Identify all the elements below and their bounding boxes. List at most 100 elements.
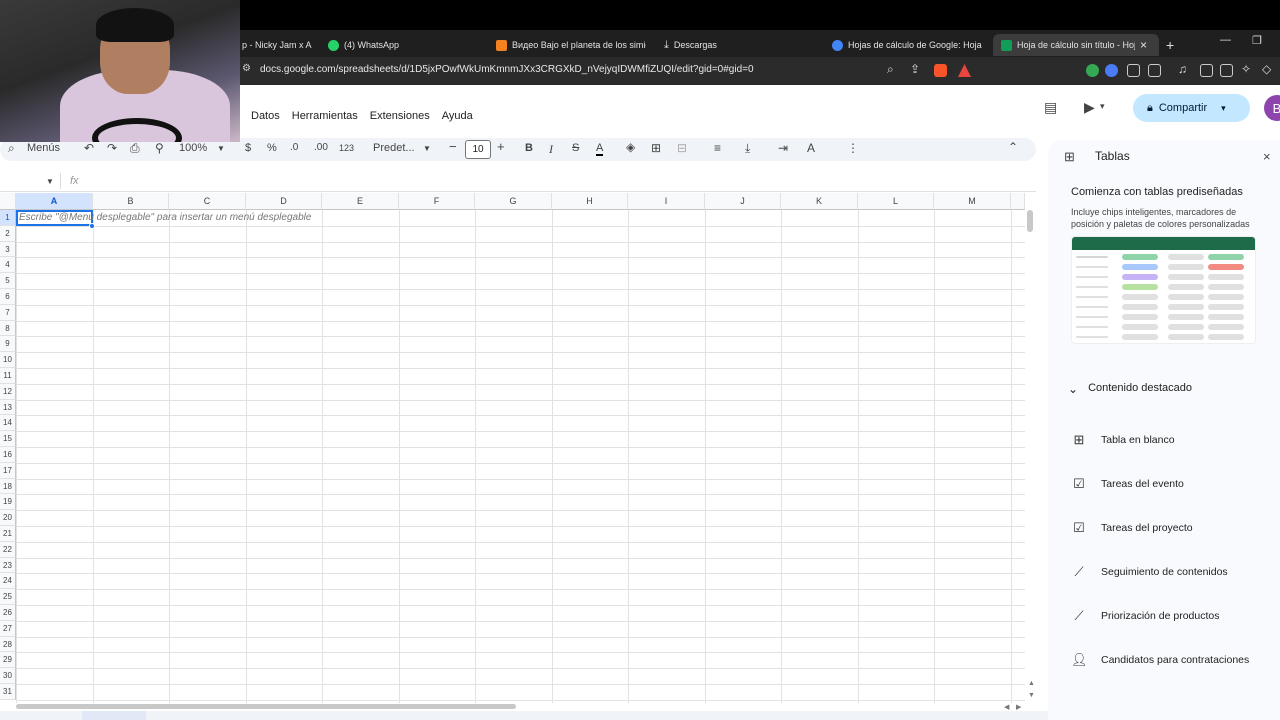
borders-icon[interactable]: ⊞: [651, 141, 661, 155]
font-size-decrease-button[interactable]: −: [449, 139, 457, 154]
maximize-icon[interactable]: ❐: [1252, 34, 1262, 47]
column-header[interactable]: C: [169, 193, 246, 210]
column-header[interactable]: K: [781, 193, 858, 210]
featured-section-toggle[interactable]: ⌄ Contenido destacado: [1068, 382, 1192, 396]
row-header[interactable]: 8: [0, 320, 16, 337]
row-header[interactable]: 26: [0, 605, 16, 621]
font-select[interactable]: Predet...: [373, 142, 415, 154]
text-wrap-icon[interactable]: ⇥: [778, 141, 788, 155]
text-rotation-icon[interactable]: A: [807, 141, 815, 155]
scroll-up-icon[interactable]: ▲: [1028, 680, 1035, 687]
avatar[interactable]: B: [1264, 95, 1280, 121]
row-header[interactable]: 11: [0, 368, 16, 384]
leo-ai-icon[interactable]: ✧: [1241, 62, 1251, 76]
name-box-dropdown-icon[interactable]: ▼: [46, 177, 54, 186]
menu-search-label[interactable]: Menús: [27, 142, 60, 154]
screenshot-icon[interactable]: [1220, 64, 1233, 77]
undo-icon[interactable]: ↶: [84, 141, 94, 155]
browser-tab-video[interactable]: Видео Bajo el planeta de los simios (: [496, 34, 646, 56]
template-product-prioritization[interactable]: ⟋ Priorización de productos: [1071, 608, 1219, 624]
sidebar-icon[interactable]: [1200, 64, 1213, 77]
select-all-corner[interactable]: [0, 193, 16, 210]
table-template-preview[interactable]: [1071, 236, 1256, 344]
brave-rewards-icon[interactable]: [958, 64, 971, 77]
url-field[interactable]: docs.google.com/spreadsheets/d/1D5jxPOwf…: [260, 64, 754, 75]
site-settings-icon[interactable]: ⚙: [242, 63, 251, 74]
number-format-button[interactable]: 123: [339, 143, 354, 153]
spreadsheet-grid[interactable]: A B C D E F G H I J K L M 1 2 3 4 5 6 7 8 9 10 11 1…: [0, 193, 1025, 703]
row-header[interactable]: 6: [0, 289, 16, 305]
row-header[interactable]: 18: [0, 478, 16, 495]
merge-cells-icon[interactable]: ⊟: [677, 141, 687, 155]
template-content-tracking[interactable]: ⟋ Seguimiento de contenidos: [1071, 564, 1227, 580]
horizontal-align-icon[interactable]: ≡: [714, 141, 721, 155]
meet-icon[interactable]: ▶: [1084, 99, 1095, 116]
strikethrough-button[interactable]: S: [572, 142, 579, 154]
menu-extensiones[interactable]: Extensiones: [370, 108, 430, 130]
column-header[interactable]: J: [705, 193, 781, 210]
share-page-icon[interactable]: ⇪: [910, 62, 920, 76]
row-header[interactable]: 28: [0, 636, 16, 653]
search-icon[interactable]: ⌕: [8, 141, 15, 156]
row-header[interactable]: 16: [0, 447, 16, 463]
bold-button[interactable]: B: [525, 142, 533, 154]
scroll-down-icon[interactable]: ▼: [1028, 692, 1035, 699]
fill-handle[interactable]: [89, 223, 95, 229]
column-header[interactable]: A: [16, 193, 93, 210]
increase-decimals-button[interactable]: .00: [314, 142, 328, 153]
row-header[interactable]: 21: [0, 526, 16, 542]
row-header[interactable]: 25: [0, 589, 16, 605]
extension-2-icon[interactable]: [1105, 64, 1118, 77]
vertical-scrollbar[interactable]: [1027, 210, 1033, 232]
extension-1-icon[interactable]: [1086, 64, 1099, 77]
browser-tab-active-sheet[interactable]: Hoja de cálculo sin título - Hoja ×: [993, 34, 1159, 56]
row-header[interactable]: 7: [0, 304, 16, 321]
row-header[interactable]: 10: [0, 352, 16, 368]
column-header[interactable]: M: [934, 193, 1011, 210]
column-header[interactable]: E: [322, 193, 399, 210]
font-size-increase-button[interactable]: +: [497, 139, 505, 154]
column-header-partial[interactable]: [1011, 193, 1025, 210]
horizontal-scrollbar[interactable]: [16, 704, 516, 709]
currency-button[interactable]: $: [245, 142, 251, 154]
font-size-input[interactable]: 10: [465, 140, 491, 159]
close-icon[interactable]: ×: [1263, 149, 1271, 164]
row-header[interactable]: 24: [0, 573, 16, 590]
new-tab-button[interactable]: +: [1166, 34, 1180, 56]
italic-button[interactable]: I: [549, 142, 553, 157]
row-header[interactable]: 22: [0, 541, 16, 558]
row-header[interactable]: 5: [0, 273, 16, 289]
row-header[interactable]: 9: [0, 336, 16, 353]
decrease-decimals-button[interactable]: .0: [290, 142, 298, 153]
column-header[interactable]: I: [628, 193, 705, 210]
more-options-icon[interactable]: ⋮: [847, 141, 859, 155]
browser-tab-youtube[interactable]: p - Nicky Jam x Ar: [242, 34, 312, 56]
row-header[interactable]: 2: [0, 225, 16, 242]
column-header[interactable]: L: [858, 193, 934, 210]
extensions-puzzle-icon[interactable]: [1127, 64, 1140, 77]
brave-shield-icon[interactable]: [934, 64, 947, 77]
template-hiring-candidates[interactable]: 👤︎ Candidatos para contrataciones: [1071, 652, 1249, 668]
share-dropdown-icon[interactable]: ▾: [1221, 103, 1226, 114]
extension-3-icon[interactable]: [1148, 64, 1161, 77]
row-header[interactable]: 14: [0, 415, 16, 432]
row-header[interactable]: 20: [0, 510, 16, 526]
sheet-tab[interactable]: [82, 711, 146, 720]
template-project-tasks[interactable]: ☑ Tareas del proyecto: [1071, 520, 1192, 536]
menu-datos[interactable]: Datos: [251, 108, 280, 130]
row-header[interactable]: 3: [0, 241, 16, 258]
row-header[interactable]: 27: [0, 620, 16, 637]
template-blank-table[interactable]: ⊞ Tabla en blanco: [1071, 432, 1175, 448]
row-header[interactable]: 13: [0, 399, 16, 416]
media-icon[interactable]: ♫: [1178, 62, 1187, 76]
font-dropdown-icon[interactable]: ▼: [423, 144, 431, 153]
column-header[interactable]: D: [246, 193, 322, 210]
percent-button[interactable]: %: [267, 142, 277, 154]
row-header[interactable]: 1: [0, 210, 16, 226]
redo-icon[interactable]: ↷: [107, 141, 117, 155]
vertical-align-icon[interactable]: ⤓: [745, 141, 750, 156]
zoom-icon[interactable]: ⌕: [887, 62, 894, 77]
row-header[interactable]: 12: [0, 383, 16, 400]
zoom-select[interactable]: 100%: [179, 142, 207, 154]
fill-color-icon[interactable]: ◈: [626, 140, 635, 154]
